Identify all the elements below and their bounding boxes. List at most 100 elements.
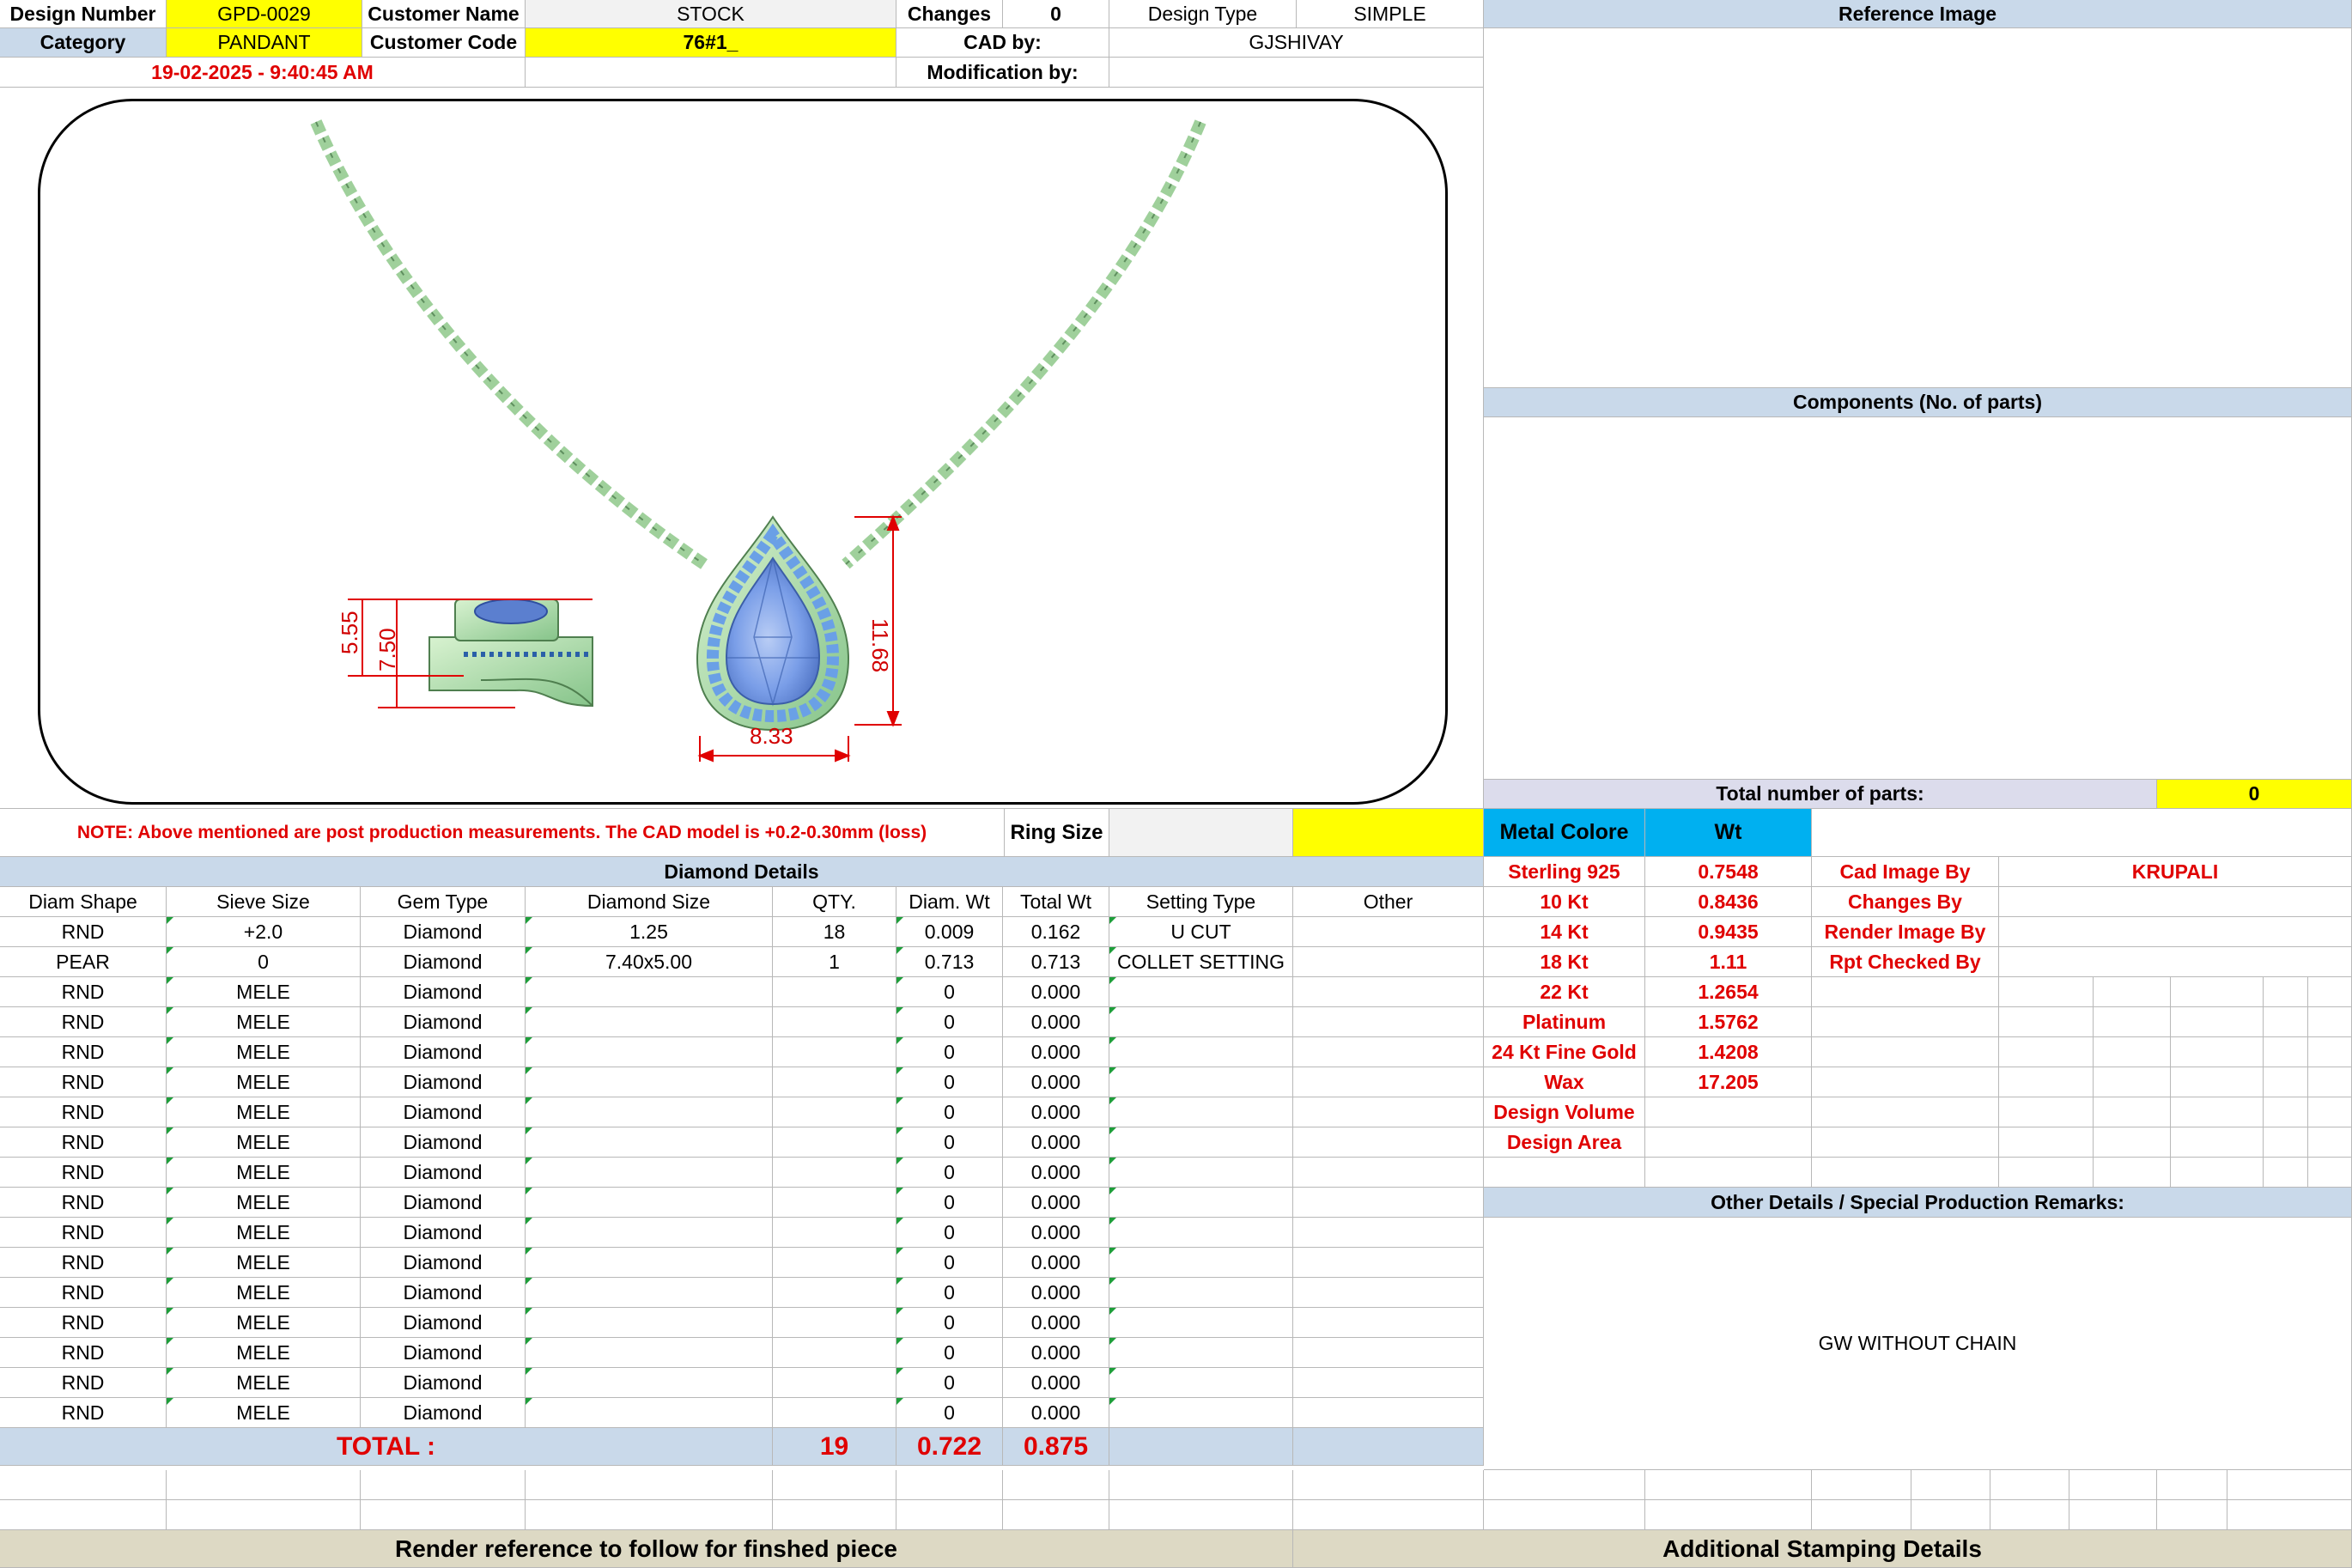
- design-number-value[interactable]: GPD-0029: [167, 0, 362, 28]
- diamond-cell[interactable]: RND: [0, 1308, 167, 1338]
- metal-weight[interactable]: [1645, 1127, 1812, 1158]
- diamond-cell[interactable]: RND: [0, 1218, 167, 1248]
- metal-weight[interactable]: 1.2654: [1645, 977, 1812, 1007]
- diamond-cell[interactable]: 0.000: [1003, 1218, 1109, 1248]
- credit-value[interactable]: [1999, 947, 2352, 977]
- diamond-cell[interactable]: 0: [896, 1037, 1003, 1067]
- diamond-cell[interactable]: Diamond: [361, 947, 526, 977]
- total-parts-value[interactable]: 0: [2157, 780, 2352, 809]
- diamond-cell[interactable]: [773, 1278, 896, 1308]
- diamond-cell[interactable]: 0: [896, 1007, 1003, 1037]
- diamond-cell[interactable]: 0.000: [1003, 1368, 1109, 1398]
- diamond-cell[interactable]: MELE: [167, 1248, 361, 1278]
- diamond-cell[interactable]: [773, 1308, 896, 1338]
- diamond-cell[interactable]: 0.009: [896, 917, 1003, 947]
- ring-size-value[interactable]: [1109, 809, 1293, 857]
- modification-value[interactable]: [1109, 58, 1484, 88]
- diamond-cell[interactable]: [526, 1037, 773, 1067]
- diamond-cell[interactable]: Diamond: [361, 1248, 526, 1278]
- diamond-cell[interactable]: MELE: [167, 1398, 361, 1428]
- diamond-cell[interactable]: [1293, 1308, 1484, 1338]
- metal-weight[interactable]: 1.4208: [1645, 1037, 1812, 1067]
- diamond-cell[interactable]: [526, 1067, 773, 1097]
- diamond-cell[interactable]: 0: [896, 1158, 1003, 1188]
- diamond-cell[interactable]: 1.25: [526, 917, 773, 947]
- diamond-cell[interactable]: [526, 1368, 773, 1398]
- diamond-cell[interactable]: 0: [896, 1398, 1003, 1428]
- diamond-cell[interactable]: RND: [0, 917, 167, 947]
- diamond-cell[interactable]: [1293, 1158, 1484, 1188]
- diamond-cell[interactable]: [1293, 1067, 1484, 1097]
- diamond-cell[interactable]: [1293, 1248, 1484, 1278]
- diamond-cell[interactable]: MELE: [167, 1127, 361, 1158]
- diamond-cell[interactable]: 0.000: [1003, 1127, 1109, 1158]
- diamond-cell[interactable]: MELE: [167, 1278, 361, 1308]
- diamond-cell[interactable]: [1109, 1398, 1293, 1428]
- diamond-cell[interactable]: [1293, 1097, 1484, 1127]
- diamond-cell[interactable]: [773, 1218, 896, 1248]
- diamond-cell[interactable]: [526, 1248, 773, 1278]
- diamond-cell[interactable]: Diamond: [361, 917, 526, 947]
- diamond-cell[interactable]: 0: [896, 1308, 1003, 1338]
- diamond-cell[interactable]: Diamond: [361, 1097, 526, 1127]
- diamond-cell[interactable]: 0: [167, 947, 361, 977]
- diamond-cell[interactable]: [773, 977, 896, 1007]
- diamond-cell[interactable]: [1109, 1127, 1293, 1158]
- diamond-cell[interactable]: [1109, 977, 1293, 1007]
- design-type-value[interactable]: SIMPLE: [1297, 0, 1484, 28]
- diamond-cell[interactable]: RND: [0, 1067, 167, 1097]
- diamond-cell[interactable]: [773, 1368, 896, 1398]
- diamond-cell[interactable]: [773, 1127, 896, 1158]
- diamond-cell[interactable]: 0: [896, 1248, 1003, 1278]
- diamond-cell[interactable]: 0.000: [1003, 1037, 1109, 1067]
- diamond-cell[interactable]: 0.713: [1003, 947, 1109, 977]
- diamond-cell[interactable]: [526, 1308, 773, 1338]
- diamond-cell[interactable]: RND: [0, 1368, 167, 1398]
- diamond-cell[interactable]: MELE: [167, 1218, 361, 1248]
- diamond-cell[interactable]: [1109, 1308, 1293, 1338]
- diamond-cell[interactable]: [526, 1158, 773, 1188]
- diamond-cell[interactable]: 0: [896, 977, 1003, 1007]
- diamond-cell[interactable]: RND: [0, 1188, 167, 1218]
- diamond-cell[interactable]: MELE: [167, 977, 361, 1007]
- metal-weight[interactable]: 1.11: [1645, 947, 1812, 977]
- diamond-cell[interactable]: MELE: [167, 1158, 361, 1188]
- diamond-cell[interactable]: [1293, 1188, 1484, 1218]
- diamond-cell[interactable]: [1293, 917, 1484, 947]
- diamond-cell[interactable]: Diamond: [361, 1007, 526, 1037]
- diamond-cell[interactable]: [1109, 1248, 1293, 1278]
- diamond-cell[interactable]: MELE: [167, 1037, 361, 1067]
- diamond-cell[interactable]: [526, 1278, 773, 1308]
- diamond-cell[interactable]: [773, 1067, 896, 1097]
- diamond-cell[interactable]: 0: [896, 1127, 1003, 1158]
- diamond-cell[interactable]: RND: [0, 1127, 167, 1158]
- diamond-cell[interactable]: [526, 1218, 773, 1248]
- diamond-cell[interactable]: 0: [896, 1097, 1003, 1127]
- diamond-cell[interactable]: [1293, 1037, 1484, 1067]
- diamond-cell[interactable]: U CUT: [1109, 917, 1293, 947]
- diamond-cell[interactable]: Diamond: [361, 1308, 526, 1338]
- diamond-cell[interactable]: Diamond: [361, 977, 526, 1007]
- diamond-cell[interactable]: Diamond: [361, 1218, 526, 1248]
- diamond-cell[interactable]: Diamond: [361, 1188, 526, 1218]
- diamond-cell[interactable]: [526, 1188, 773, 1218]
- diamond-cell[interactable]: [773, 1188, 896, 1218]
- diamond-cell[interactable]: RND: [0, 1398, 167, 1428]
- diamond-cell[interactable]: 0: [896, 1338, 1003, 1368]
- diamond-cell[interactable]: [773, 1158, 896, 1188]
- metal-weight[interactable]: 1.5762: [1645, 1007, 1812, 1037]
- diamond-cell[interactable]: 0.000: [1003, 1007, 1109, 1037]
- diamond-cell[interactable]: [526, 1127, 773, 1158]
- diamond-cell[interactable]: [1293, 1127, 1484, 1158]
- diamond-cell[interactable]: [1109, 1067, 1293, 1097]
- diamond-cell[interactable]: 0.000: [1003, 1278, 1109, 1308]
- diamond-cell[interactable]: RND: [0, 977, 167, 1007]
- diamond-cell[interactable]: RND: [0, 1037, 167, 1067]
- diamond-cell[interactable]: [526, 1007, 773, 1037]
- diamond-cell[interactable]: [526, 977, 773, 1007]
- diamond-cell[interactable]: [1109, 1037, 1293, 1067]
- customer-name-value[interactable]: STOCK: [526, 0, 896, 28]
- diamond-cell[interactable]: 0.000: [1003, 1067, 1109, 1097]
- diamond-cell[interactable]: [526, 1097, 773, 1127]
- metal-weight[interactable]: [1645, 1097, 1812, 1127]
